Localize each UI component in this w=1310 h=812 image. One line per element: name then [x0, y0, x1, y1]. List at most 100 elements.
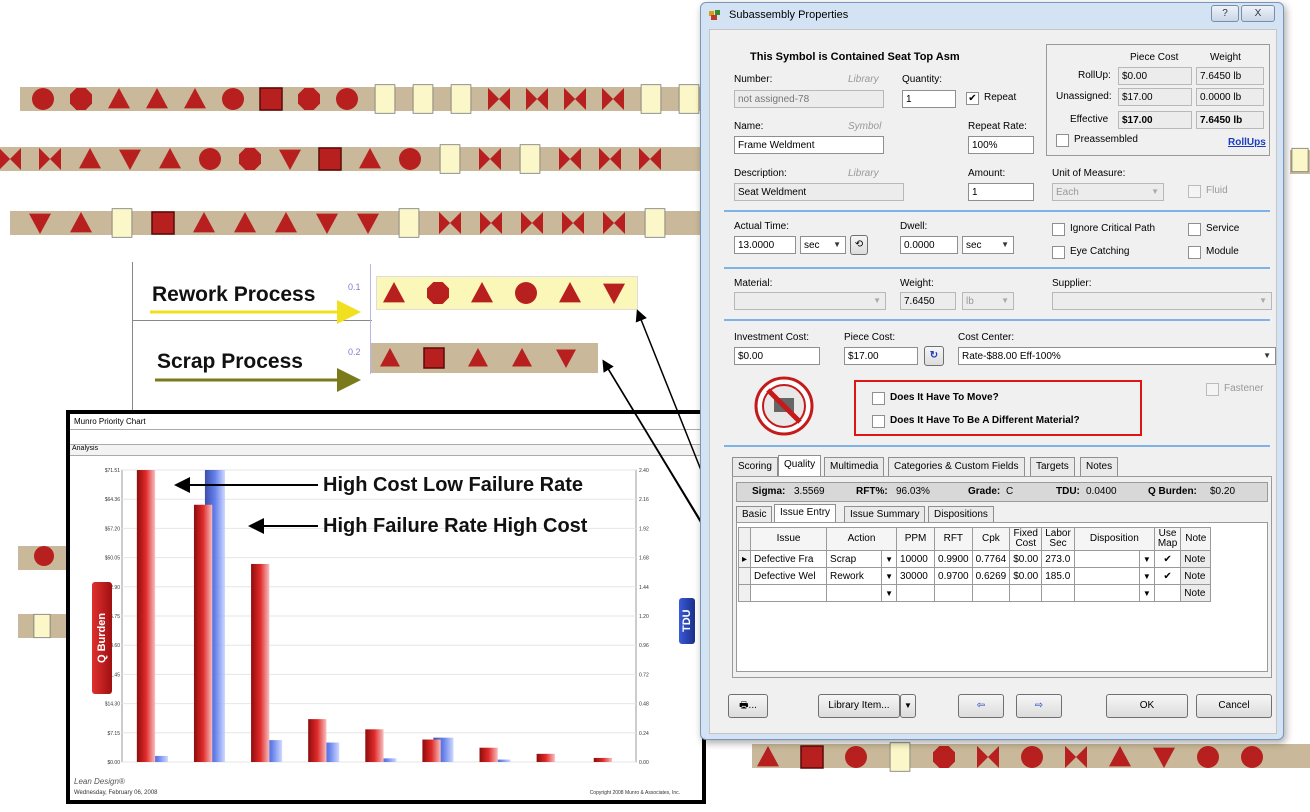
ppm-cell[interactable]: [896, 584, 936, 602]
issue-cell[interactable]: Defective Fra: [750, 550, 828, 568]
ppm-cell[interactable]: 10000: [896, 550, 936, 568]
col-cpk[interactable]: Cpk: [971, 527, 1011, 551]
print-button[interactable]: 🖶...: [728, 694, 768, 718]
cpk-cell[interactable]: 0.7764: [971, 550, 1011, 568]
number-field[interactable]: not assigned-78: [734, 90, 884, 108]
next-button[interactable]: ⇨: [1016, 694, 1062, 718]
col-disposition[interactable]: Disposition: [1073, 527, 1155, 551]
use-map-checkbox[interactable]: [1153, 584, 1182, 602]
amount-field[interactable]: 1: [968, 183, 1034, 201]
cancel-button[interactable]: Cancel: [1196, 694, 1272, 718]
actual-time-field[interactable]: 13.0000: [734, 236, 796, 254]
action-dropdown-chevron-icon[interactable]: ▼: [881, 567, 898, 585]
description-field[interactable]: Seat Weldment: [734, 183, 904, 201]
chart-tab-analysis[interactable]: Analysis: [70, 444, 702, 456]
action-cell[interactable]: Rework: [826, 567, 883, 585]
module-checkbox[interactable]: [1188, 246, 1201, 259]
note-button[interactable]: Note: [1180, 567, 1212, 585]
subtab-dispositions[interactable]: Dispositions: [928, 506, 994, 522]
library-dropdown-button[interactable]: ▼: [900, 694, 916, 718]
fixed-cost-cell[interactable]: [1009, 584, 1043, 602]
dwell-unit-dropdown[interactable]: sec ▼: [962, 236, 1014, 254]
uom-dropdown[interactable]: Each ▼: [1052, 183, 1164, 201]
actual-time-unit-dropdown[interactable]: sec ▼: [800, 236, 846, 254]
disposition-dropdown-chevron-icon[interactable]: ▼: [1138, 567, 1155, 585]
action-dropdown-chevron-icon[interactable]: ▼: [881, 550, 898, 568]
col-fixed-cost[interactable]: Fixed Cost: [1009, 527, 1043, 551]
ppm-cell[interactable]: 30000: [896, 567, 936, 585]
col-rft[interactable]: RFT: [934, 527, 973, 551]
col-labor-sec[interactable]: Labor Sec: [1041, 527, 1075, 551]
disposition-dropdown-chevron-icon[interactable]: ▼: [1138, 584, 1155, 602]
rft-cell[interactable]: 0.9700: [934, 567, 973, 585]
tab-targets[interactable]: Targets: [1030, 457, 1075, 476]
piece-cost-field[interactable]: $17.00: [844, 347, 918, 365]
investment-cost-field[interactable]: $0.00: [734, 347, 820, 365]
tab-categories[interactable]: Categories & Custom Fields: [888, 457, 1025, 476]
disposition-cell[interactable]: [1073, 550, 1140, 568]
issue-row[interactable]: ▼ ▼ Note: [737, 584, 1212, 602]
note-button[interactable]: Note: [1180, 550, 1212, 568]
cpk-cell[interactable]: 0.6269: [971, 567, 1011, 585]
tab-scoring[interactable]: Scoring: [732, 457, 778, 476]
supplier-dropdown[interactable]: ▼: [1052, 292, 1272, 310]
col-ppm[interactable]: PPM: [896, 527, 936, 551]
reset-time-button[interactable]: ⟲: [850, 235, 868, 255]
library-item-button[interactable]: Library Item...: [818, 694, 900, 718]
help-button[interactable]: ?: [1211, 5, 1239, 22]
refresh-cost-button[interactable]: ↻: [924, 346, 944, 366]
repeat-checkbox[interactable]: ✔: [966, 92, 979, 105]
issue-cell[interactable]: Defective Wel: [750, 567, 828, 585]
weight-field[interactable]: 7.6450: [900, 292, 956, 310]
labor-sec-cell[interactable]: [1041, 584, 1075, 602]
rft-cell[interactable]: 0.9900: [934, 550, 973, 568]
tab-multimedia[interactable]: Multimedia: [824, 457, 885, 476]
action-cell[interactable]: Scrap: [826, 550, 883, 568]
disposition-dropdown-chevron-icon[interactable]: ▼: [1138, 550, 1155, 568]
subtab-issue-entry[interactable]: Issue Entry: [774, 504, 837, 522]
dialog-titlebar[interactable]: Subassembly Properties ? X: [701, 3, 1283, 27]
different-material-checkbox[interactable]: [872, 415, 885, 428]
rft-cell[interactable]: [934, 584, 973, 602]
ignore-critical-path-checkbox[interactable]: [1052, 223, 1065, 236]
ok-button[interactable]: OK: [1106, 694, 1188, 718]
disposition-cell[interactable]: [1073, 584, 1140, 602]
issue-cell[interactable]: [750, 584, 828, 602]
fixed-cost-cell[interactable]: $0.00: [1009, 567, 1043, 585]
issue-row[interactable]: Defective Wel Rework ▼ 30000 0.9700 0.6269 $0.…: [737, 567, 1212, 585]
repeat-rate-field[interactable]: 100%: [968, 136, 1034, 154]
col-note[interactable]: Note: [1180, 527, 1212, 551]
issue-row[interactable]: ▸ Defective Fra Scrap ▼ 10000 0.9900 0.7764 $0.…: [737, 550, 1212, 568]
tab-quality[interactable]: Quality: [778, 455, 822, 476]
preassembled-checkbox[interactable]: [1056, 134, 1069, 147]
note-button[interactable]: Note: [1180, 584, 1212, 602]
previous-button[interactable]: ⇦: [958, 694, 1004, 718]
cost-center-dropdown[interactable]: Rate-$88.00 Eff-100% ▼: [958, 347, 1276, 365]
col-use-map[interactable]: Use Map: [1153, 527, 1182, 551]
col-action[interactable]: Action: [826, 527, 898, 551]
eye-catching-checkbox[interactable]: [1052, 246, 1065, 259]
fluid-checkbox[interactable]: [1188, 185, 1201, 198]
col-issue[interactable]: Issue: [750, 527, 828, 551]
subtab-issue-summary[interactable]: Issue Summary: [844, 506, 926, 522]
fixed-cost-cell[interactable]: $0.00: [1009, 550, 1043, 568]
tab-notes[interactable]: Notes: [1080, 457, 1119, 476]
labor-sec-cell[interactable]: 185.0: [1041, 567, 1075, 585]
weight-unit-dropdown[interactable]: lb ▼: [962, 292, 1014, 310]
rollups-link[interactable]: RollUps: [1228, 137, 1266, 148]
action-cell[interactable]: [826, 584, 883, 602]
quantity-field[interactable]: 1: [902, 90, 956, 108]
close-button[interactable]: X: [1241, 5, 1275, 22]
cpk-cell[interactable]: [971, 584, 1011, 602]
use-map-checkbox[interactable]: ✔: [1153, 567, 1182, 585]
fastener-checkbox[interactable]: [1206, 383, 1219, 396]
action-dropdown-chevron-icon[interactable]: ▼: [881, 584, 898, 602]
has-to-move-checkbox[interactable]: [872, 392, 885, 405]
name-field[interactable]: Frame Weldment: [734, 136, 884, 154]
labor-sec-cell[interactable]: 273.0: [1041, 550, 1075, 568]
use-map-checkbox[interactable]: ✔: [1153, 550, 1182, 568]
disposition-cell[interactable]: [1073, 567, 1140, 585]
subtab-basic[interactable]: Basic: [736, 506, 773, 522]
dwell-field[interactable]: 0.0000: [900, 236, 958, 254]
material-dropdown[interactable]: ▼: [734, 292, 886, 310]
